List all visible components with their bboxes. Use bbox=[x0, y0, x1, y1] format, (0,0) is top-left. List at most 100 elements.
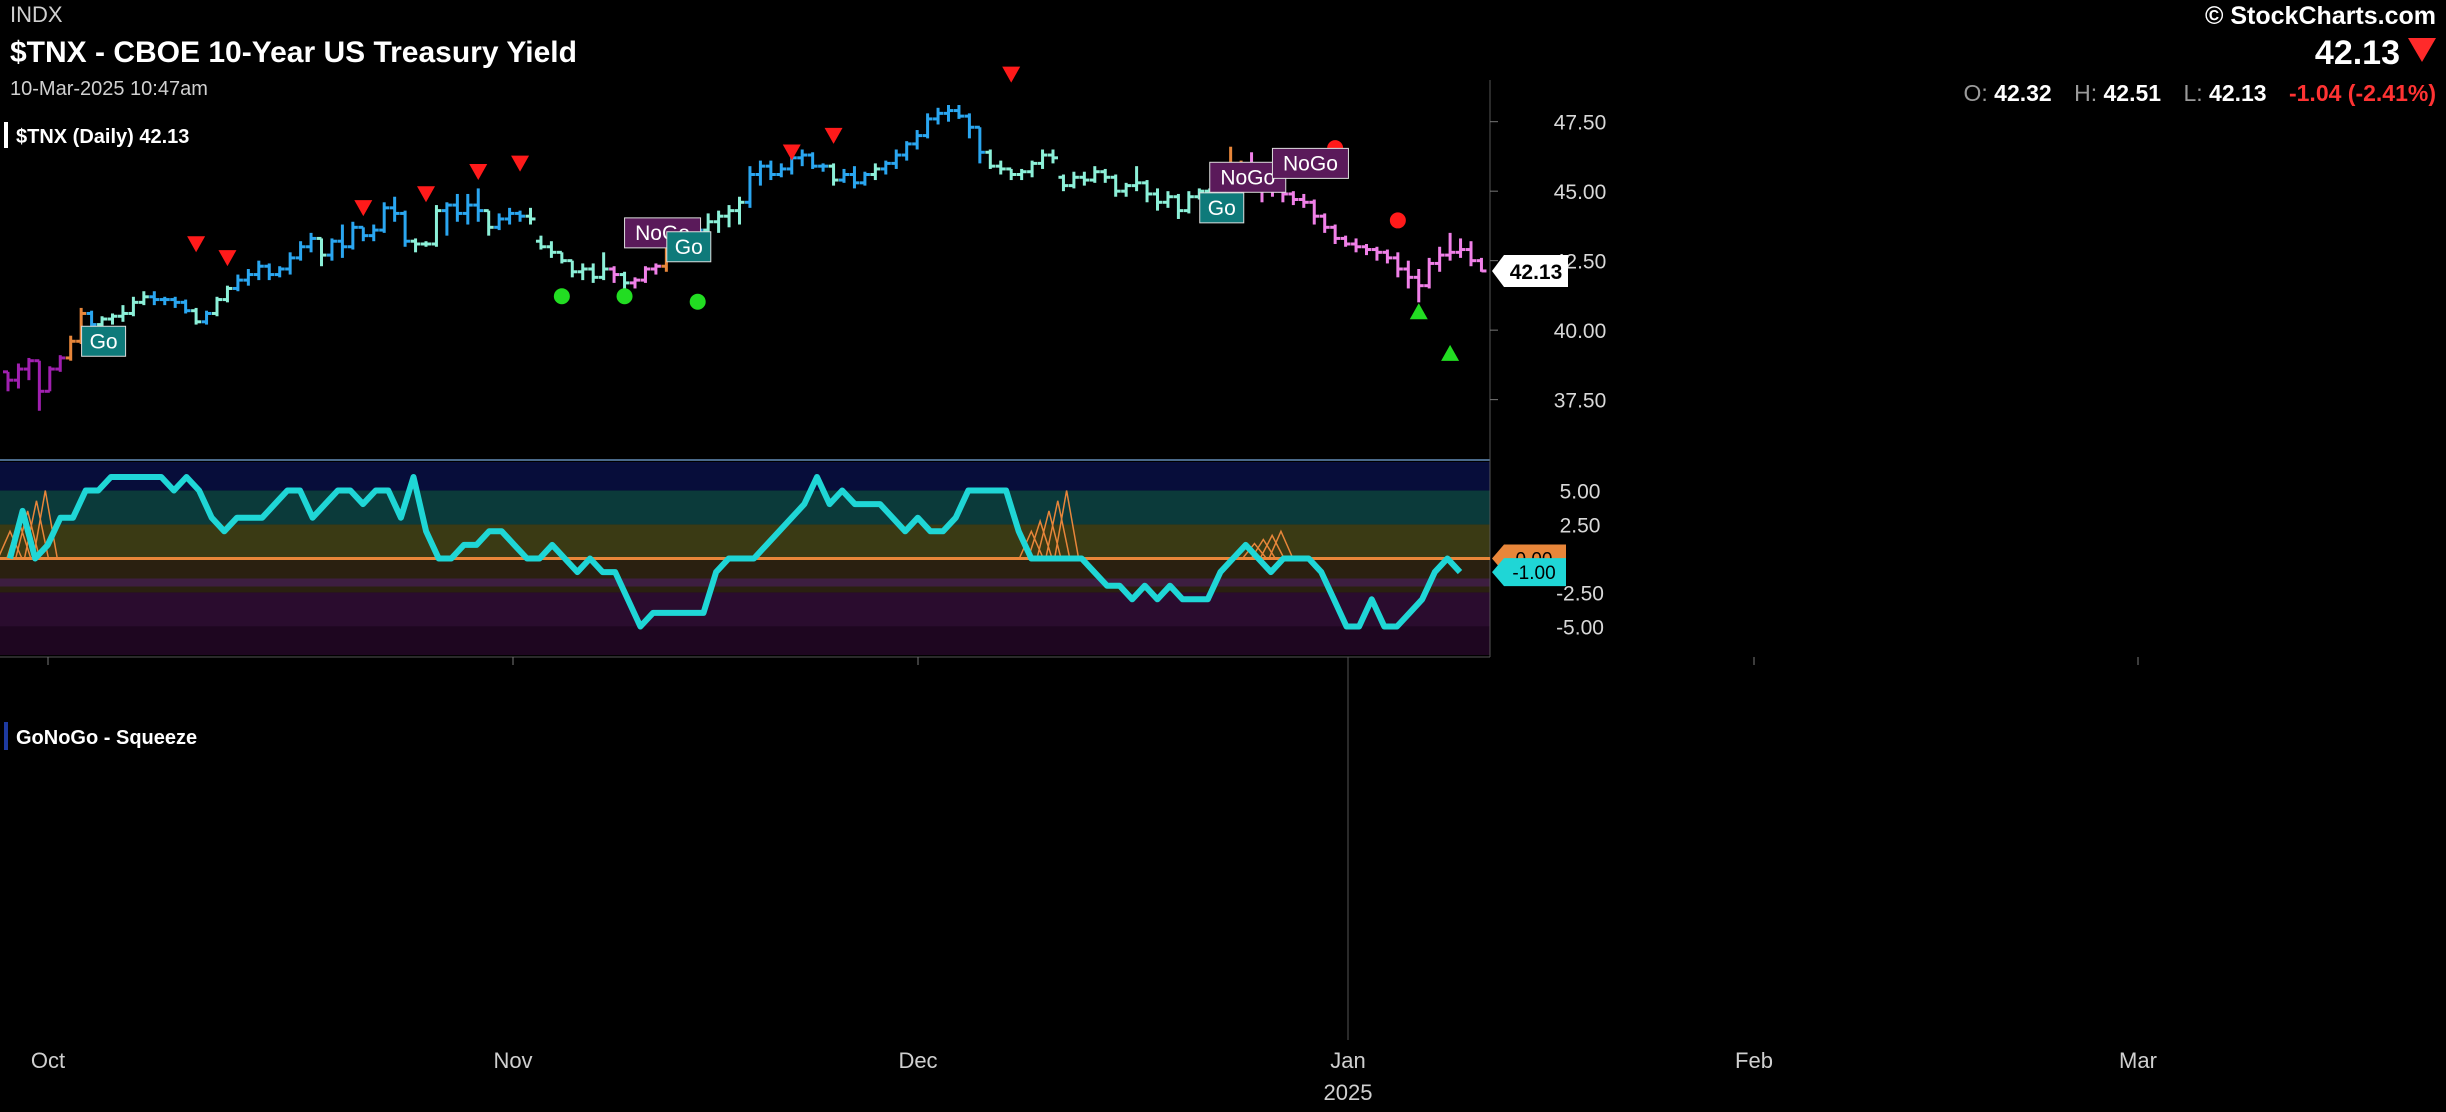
oscillator-tick-label: 5.00 bbox=[1560, 481, 1601, 504]
price-bar bbox=[13, 363, 24, 389]
price-bar bbox=[212, 296, 222, 317]
price-bar bbox=[724, 205, 735, 228]
x-tick-label: Jan bbox=[1330, 1048, 1365, 1073]
price-bar bbox=[744, 166, 755, 208]
price-bar bbox=[776, 163, 787, 178]
go-label: Go bbox=[81, 325, 127, 357]
ohlc-readout: O: 42.32 H: 42.51 L: 42.13 -1.04 (-2.41%… bbox=[1947, 80, 2436, 107]
x-tick-label: Nov bbox=[493, 1048, 532, 1073]
price-tick-label: 47.50 bbox=[1554, 112, 1607, 135]
signal-markers bbox=[187, 66, 1460, 361]
price-bar bbox=[713, 210, 724, 233]
label-text: Go bbox=[90, 330, 118, 353]
price-bar bbox=[504, 207, 515, 225]
price-bar bbox=[588, 263, 599, 283]
price-bar bbox=[525, 207, 536, 225]
price-bar bbox=[1110, 174, 1121, 197]
price-bar bbox=[964, 113, 975, 139]
high-label: H: bbox=[2074, 80, 2098, 106]
price-bar bbox=[170, 296, 181, 308]
price-bar bbox=[567, 259, 578, 278]
price-bar bbox=[839, 168, 849, 183]
x-tick-label: Oct bbox=[31, 1048, 65, 1073]
go-nogo-labels: GoNoGoGoNoGoGoNoGo bbox=[81, 147, 1349, 357]
price-legend-text: $TNX (Daily) 42.13 bbox=[16, 126, 189, 148]
price-bar bbox=[389, 196, 400, 222]
chart-datetime: 10-Mar-2025 10:47am bbox=[10, 78, 208, 100]
price-bar bbox=[828, 163, 839, 186]
price-bar bbox=[598, 252, 609, 281]
go-label: Go bbox=[1199, 192, 1245, 224]
price-bar bbox=[274, 266, 285, 278]
price-bar bbox=[128, 296, 139, 317]
price-bar bbox=[326, 238, 337, 261]
green-dot bbox=[689, 293, 706, 310]
price-bar bbox=[1340, 235, 1351, 247]
price-bar bbox=[1162, 191, 1173, 208]
label-text: Go bbox=[675, 236, 703, 259]
price-bar bbox=[943, 105, 954, 122]
price-bar bbox=[494, 213, 505, 231]
oscillator-legend-text: GoNoGo - Squeeze bbox=[16, 727, 197, 749]
price-bar bbox=[44, 366, 55, 393]
price-bar bbox=[640, 266, 651, 283]
price-bar bbox=[1016, 168, 1027, 181]
price-bar bbox=[285, 252, 296, 275]
price-bar bbox=[1058, 174, 1069, 192]
price-bar bbox=[870, 163, 881, 181]
x-year-label: 2025 bbox=[1324, 1080, 1373, 1105]
price-bar bbox=[1183, 191, 1194, 214]
brand-logo[interactable]: © StockCharts.com bbox=[2205, 2, 2436, 31]
price-bar bbox=[953, 105, 964, 119]
price-bar bbox=[473, 188, 484, 222]
price-bar bbox=[1351, 238, 1362, 253]
x-tick-label: Dec bbox=[898, 1048, 937, 1073]
red-dot bbox=[1389, 212, 1406, 229]
label-text: NoGo bbox=[1283, 152, 1338, 175]
red-down-triangle bbox=[417, 186, 435, 203]
price-bar bbox=[421, 241, 431, 247]
oscillator-legend: GoNoGo - Squeeze bbox=[4, 720, 197, 752]
price-bar bbox=[201, 310, 212, 325]
price-bar bbox=[535, 235, 546, 250]
price-bar bbox=[1100, 168, 1111, 183]
price-bar bbox=[933, 107, 944, 125]
oscillator-band bbox=[0, 490, 1490, 525]
price-bar bbox=[1424, 257, 1435, 289]
price-legend-marker bbox=[4, 122, 8, 148]
price-bar bbox=[1371, 246, 1382, 261]
price-bar bbox=[859, 171, 870, 186]
price-bar bbox=[734, 196, 745, 225]
red-down-triangle bbox=[511, 155, 530, 172]
price-bar bbox=[1455, 238, 1466, 258]
price-bar bbox=[379, 202, 390, 233]
oscillator-tick-label: -5.00 bbox=[1556, 616, 1604, 639]
red-down-triangle bbox=[469, 163, 488, 180]
price-bar bbox=[891, 149, 902, 169]
price-bar bbox=[1152, 188, 1163, 211]
price-bar bbox=[1131, 166, 1142, 192]
price-bar bbox=[264, 263, 275, 281]
price-bar bbox=[1466, 241, 1476, 267]
price-bar bbox=[974, 125, 985, 164]
last-price: 42.13 bbox=[2314, 34, 2400, 72]
price-bar bbox=[34, 359, 45, 411]
price-bar bbox=[431, 205, 442, 247]
price-bar bbox=[1309, 199, 1320, 225]
price-tick-label: 45.00 bbox=[1554, 181, 1607, 204]
price-change: -1.04 (-2.41%) bbox=[2288, 80, 2436, 106]
red-down-triangle bbox=[824, 127, 843, 144]
price-bar bbox=[1037, 149, 1048, 169]
price-bar bbox=[65, 335, 76, 361]
price-bar bbox=[818, 163, 829, 172]
price-bar bbox=[358, 225, 369, 242]
green-up-triangle bbox=[1441, 344, 1460, 361]
price-bar bbox=[546, 241, 557, 258]
label-text: Go bbox=[1208, 197, 1236, 220]
open-value: 42.32 bbox=[1994, 80, 2052, 106]
red-down-triangle bbox=[354, 200, 373, 217]
price-bar bbox=[452, 193, 463, 222]
price-bar bbox=[556, 250, 567, 264]
price-bar bbox=[912, 130, 923, 150]
price-bar bbox=[1476, 257, 1487, 273]
